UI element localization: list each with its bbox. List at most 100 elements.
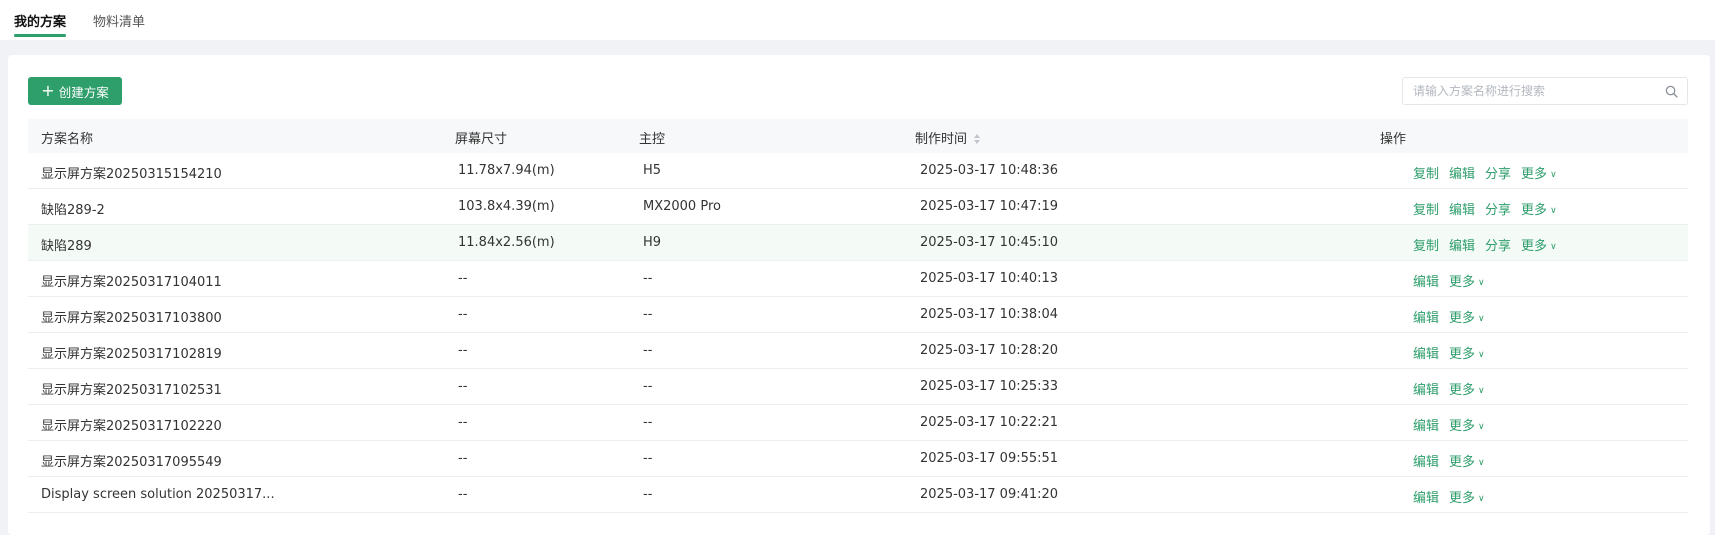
row-actions: 编辑 更多 ∨ <box>1413 487 1485 506</box>
table-row[interactable]: 显示屏方案20250317102531 -- -- 2025-03-17 10:25:… <box>28 369 1688 405</box>
more-button[interactable]: 更多 ∨ <box>1449 415 1485 434</box>
copy-button[interactable]: 复制 <box>1413 235 1439 254</box>
more-button[interactable]: 更多 ∨ <box>1449 379 1485 398</box>
edit-button[interactable]: 编辑 <box>1413 343 1439 362</box>
cell-name: 缺陷289-2 <box>41 203 105 218</box>
search-icon[interactable] <box>1665 85 1678 98</box>
chevron-down-icon: ∨ <box>1478 458 1485 468</box>
edit-button[interactable]: 编辑 <box>1413 307 1439 326</box>
more-button[interactable]: 更多 ∨ <box>1449 343 1485 362</box>
edit-button[interactable]: 编辑 <box>1449 235 1475 254</box>
edit-button[interactable]: 编辑 <box>1413 379 1439 398</box>
create-solution-button[interactable]: + 创建方案 <box>28 77 122 105</box>
action-label: 编辑 <box>1413 383 1440 398</box>
cell-controller: -- <box>643 379 653 394</box>
action-label: 编辑 <box>1413 491 1440 506</box>
action-label: 编辑 <box>1413 311 1440 326</box>
table-row[interactable]: 显示屏方案20250317095549 -- -- 2025-03-17 09:55:… <box>28 441 1688 477</box>
table-body: 显示屏方案20250315154210 11.78x7.94(m) H5 2025-0… <box>28 153 1688 513</box>
edit-button[interactable]: 编辑 <box>1413 487 1439 506</box>
more-button[interactable]: 更多 ∨ <box>1521 235 1557 254</box>
plus-icon: + <box>41 81 55 100</box>
cell-name: Display screen solution 20250317... <box>41 487 275 502</box>
cell-time: 2025-03-17 10:47:19 <box>920 199 1059 214</box>
edit-button[interactable]: 编辑 <box>1413 271 1439 290</box>
action-label: 编辑 <box>1413 347 1440 362</box>
table-row[interactable]: Display screen solution 20250317... -- -- 2… <box>28 477 1688 513</box>
sort-icon[interactable] <box>973 133 981 145</box>
row-actions: 编辑 更多 ∨ <box>1413 379 1485 398</box>
edit-button[interactable]: 编辑 <box>1413 415 1439 434</box>
cell-name: 显示屏方案20250317102220 <box>41 419 222 434</box>
cell-name: 显示屏方案20250317103800 <box>41 311 222 326</box>
table-row[interactable]: 显示屏方案20250317102220 -- -- 2025-03-17 10:22:… <box>28 405 1688 441</box>
chevron-down-icon: ∨ <box>1478 278 1485 288</box>
edit-button[interactable]: 编辑 <box>1413 451 1439 470</box>
action-label: 编辑 <box>1449 167 1476 182</box>
more-button[interactable]: 更多 ∨ <box>1449 271 1485 290</box>
cell-size: -- <box>458 379 468 394</box>
row-actions: 编辑 更多 ∨ <box>1413 307 1485 326</box>
table-row[interactable]: 显示屏方案20250317104011 -- -- 2025-03-17 10:40:… <box>28 261 1688 297</box>
cell-controller: -- <box>643 271 653 286</box>
table-row[interactable]: 缺陷289-2 103.8x4.39(m) MX2000 Pro 2025-03-17… <box>28 189 1688 225</box>
header-actions: 操作 <box>1380 132 1407 147</box>
more-button[interactable]: 更多 ∨ <box>1521 163 1557 182</box>
tab-my-solutions[interactable]: 我的方案 <box>14 11 67 37</box>
copy-button[interactable]: 复制 <box>1413 199 1439 218</box>
header-controller: 主控 <box>639 132 666 147</box>
table-row[interactable]: 显示屏方案20250315154210 11.78x7.94(m) H5 2025-0… <box>28 153 1688 189</box>
search-input[interactable] <box>1403 78 1653 104</box>
share-button[interactable]: 分享 <box>1485 199 1511 218</box>
chevron-down-icon: ∨ <box>1478 386 1485 396</box>
row-actions: 编辑 更多 ∨ <box>1413 343 1485 362</box>
header-name: 方案名称 <box>41 132 94 147</box>
edit-button[interactable]: 编辑 <box>1449 163 1475 182</box>
cell-size: -- <box>458 307 468 322</box>
row-actions: 复制 编辑 分享 更多 ∨ <box>1413 199 1557 218</box>
action-label: 复制 <box>1413 203 1440 218</box>
cell-time: 2025-03-17 09:41:20 <box>920 487 1059 502</box>
tab-material-list[interactable]: 物料清单 <box>93 11 145 37</box>
more-button[interactable]: 更多 ∨ <box>1449 451 1485 470</box>
cell-size: -- <box>458 487 468 502</box>
share-button[interactable]: 分享 <box>1485 163 1511 182</box>
edit-button[interactable]: 编辑 <box>1449 199 1475 218</box>
chevron-down-icon: ∨ <box>1478 422 1485 432</box>
table-row[interactable]: 缺陷289 11.84x2.56(m) H9 2025-03-17 10:45:10 复… <box>28 225 1688 261</box>
action-label: 编辑 <box>1413 275 1440 290</box>
table-row[interactable]: 显示屏方案20250317103800 -- -- 2025-03-17 10:38:… <box>28 297 1688 333</box>
cell-name: 显示屏方案20250317102819 <box>41 347 222 362</box>
row-actions: 复制 编辑 分享 更多 ∨ <box>1413 163 1557 182</box>
action-label: 编辑 <box>1413 455 1440 470</box>
chevron-down-icon: ∨ <box>1478 314 1485 324</box>
action-label: 分享 <box>1485 167 1512 182</box>
chevron-down-icon: ∨ <box>1550 206 1557 216</box>
cell-name: 显示屏方案20250317095549 <box>41 455 222 470</box>
cell-time: 2025-03-17 10:45:10 <box>920 235 1059 250</box>
cell-name: 缺陷289 <box>41 239 92 254</box>
solutions-table: 方案名称 屏幕尺寸 主控 制作时间 操作 显示屏方案20250315154210… <box>28 119 1688 513</box>
action-label: 更多 <box>1449 491 1476 506</box>
header-time[interactable]: 制作时间 <box>915 128 981 147</box>
share-button[interactable]: 分享 <box>1485 235 1511 254</box>
top-tab-bar: 我的方案 物料清单 <box>0 0 1715 40</box>
row-actions: 编辑 更多 ∨ <box>1413 451 1485 470</box>
action-label: 更多 <box>1521 203 1548 218</box>
table-row[interactable]: 显示屏方案20250317102819 -- -- 2025-03-17 10:28:… <box>28 333 1688 369</box>
more-button[interactable]: 更多 ∨ <box>1449 487 1485 506</box>
cell-time: 2025-03-17 10:38:04 <box>920 307 1059 322</box>
action-label: 分享 <box>1485 239 1512 254</box>
row-actions: 编辑 更多 ∨ <box>1413 271 1485 290</box>
more-button[interactable]: 更多 ∨ <box>1449 307 1485 326</box>
chevron-down-icon: ∨ <box>1478 350 1485 360</box>
copy-button[interactable]: 复制 <box>1413 163 1439 182</box>
cell-size: 11.84x2.56(m) <box>458 235 555 250</box>
more-button[interactable]: 更多 ∨ <box>1521 199 1557 218</box>
header-size: 屏幕尺寸 <box>455 132 508 147</box>
cell-name: 显示屏方案20250317102531 <box>41 383 222 398</box>
cell-size: 11.78x7.94(m) <box>458 163 555 178</box>
cell-controller: H9 <box>643 235 662 250</box>
cell-time: 2025-03-17 09:55:51 <box>920 451 1059 466</box>
cell-time: 2025-03-17 10:40:13 <box>920 271 1059 286</box>
